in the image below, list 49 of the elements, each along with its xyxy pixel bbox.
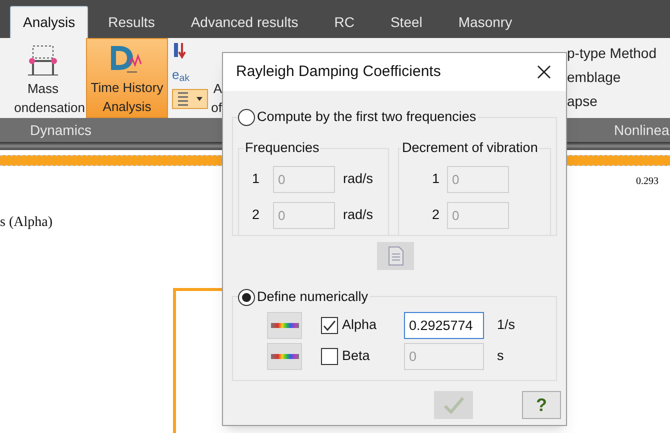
color-scale-button[interactable] xyxy=(267,312,302,338)
checkbox-label: Beta xyxy=(342,346,371,365)
define-option[interactable]: Define numerically xyxy=(238,287,370,308)
value-label: 0.293 xyxy=(636,175,658,189)
unit-label: 1/s xyxy=(497,316,516,334)
time-history-button[interactable]: Time History Analysis xyxy=(86,38,168,118)
ribbon-button-label[interactable]: of xyxy=(211,98,222,117)
ribbon-tab[interactable]: Analysis xyxy=(10,6,88,38)
group-title: Frequencies xyxy=(244,140,320,156)
row-index: 2 xyxy=(252,206,261,224)
document-icon xyxy=(386,246,404,266)
unit-label: s xyxy=(497,346,504,365)
compute-option[interactable]: Compute by the first two frequencies xyxy=(238,107,478,128)
color-scale-icon xyxy=(270,354,298,358)
color-scale-icon xyxy=(270,322,298,328)
group-label: Dynamics xyxy=(30,120,92,140)
row-index: 2 xyxy=(432,206,441,224)
close-icon[interactable] xyxy=(536,64,552,80)
ribbon-tab[interactable]: RC xyxy=(318,6,370,38)
help-button[interactable]: ? xyxy=(522,391,561,419)
mass-condensation-button[interactable]: Mass ondensation xyxy=(0,38,86,118)
ribbon-item[interactable]: emblage xyxy=(567,67,670,87)
checkbox-label: Alpha xyxy=(342,316,378,334)
option-label: Define numerically xyxy=(257,288,368,306)
ribbon-tab[interactable]: Steel xyxy=(374,6,438,38)
row-index: 1 xyxy=(252,170,261,188)
unit-label: rad/s xyxy=(343,206,374,224)
radio-button[interactable] xyxy=(238,108,255,126)
spring-dropdown-button[interactable] xyxy=(172,88,208,108)
radio-button[interactable] xyxy=(238,288,255,306)
force-arrow-icon[interactable] xyxy=(172,41,188,61)
ribbon-tab[interactable]: Results xyxy=(92,6,171,38)
ribbon-item[interactable]: apse xyxy=(567,91,670,111)
checkmark-icon xyxy=(442,396,464,414)
input-field[interactable]: 0.2925774 xyxy=(404,312,484,338)
ribbon-tab[interactable]: Advanced results xyxy=(174,6,314,38)
chart-caption: s (Alpha) xyxy=(0,214,52,232)
option-label: Compute by the first two frequencies xyxy=(257,108,476,126)
ribbon-button-label[interactable]: A xyxy=(213,79,222,98)
eccentricity-label[interactable]: e$_{ak}$ xyxy=(172,65,190,84)
color-scale-button[interactable] xyxy=(267,342,302,370)
unit-label: rad/s xyxy=(343,170,374,188)
row-index: 1 xyxy=(432,170,441,188)
checkbox[interactable] xyxy=(321,316,338,334)
dialog-title: Rayleigh Damping Coefficients xyxy=(236,62,442,82)
ribbon-tab[interactable]: Masonry xyxy=(442,6,528,38)
caret-icon xyxy=(196,96,203,100)
ribbon-item[interactable]: p-type Method xyxy=(567,43,670,63)
group-label: Nonlinea xyxy=(614,120,670,140)
